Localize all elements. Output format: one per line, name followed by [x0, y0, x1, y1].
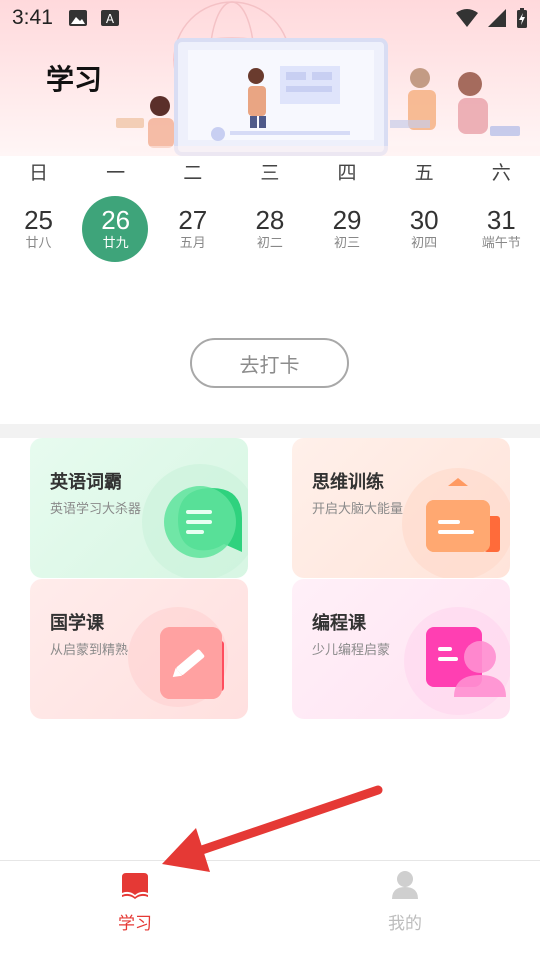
- calendar-day[interactable]: 29 初三: [309, 196, 386, 262]
- day-number: 29: [332, 205, 362, 235]
- lunar-date: 端午节: [481, 236, 521, 251]
- day-number: 31: [486, 205, 516, 235]
- chat-bubble-icon: [142, 464, 248, 578]
- day-number: 30: [409, 205, 439, 235]
- weekday-label: 日: [29, 162, 49, 184]
- weekday-label: 二: [183, 162, 203, 184]
- lunar-date: 五月: [179, 236, 206, 251]
- lunar-date: 廿八: [25, 236, 52, 251]
- status-bar: 3:41 A: [0, 0, 540, 36]
- course-title: 国学课: [50, 613, 104, 634]
- svg-text:A: A: [106, 12, 115, 26]
- course-title: 思维训练: [312, 472, 384, 493]
- day-number: 27: [178, 205, 208, 235]
- signal-icon: [488, 9, 506, 27]
- course-card-programming[interactable]: 编程课 少儿编程启蒙: [292, 579, 510, 719]
- calendar-day[interactable]: 27 五月: [154, 196, 231, 262]
- tab-study[interactable]: 学习: [0, 861, 270, 960]
- person-icon: [392, 871, 418, 899]
- weekday-label: 六: [491, 162, 511, 184]
- calendar-day[interactable]: 31 端午节: [463, 196, 540, 262]
- checkin-button[interactable]: 去打卡: [190, 338, 349, 388]
- calendar-day-selected[interactable]: 26 廿九: [77, 196, 154, 262]
- calendar-day[interactable]: 30 初四: [386, 196, 463, 262]
- text-a-icon: A: [100, 10, 119, 26]
- lunar-date: 初二: [256, 236, 283, 251]
- weekday-label: 一: [106, 162, 126, 184]
- calendar-day[interactable]: 25 廿八: [0, 196, 77, 262]
- lunar-date: 初四: [411, 236, 438, 251]
- weekday-row: 日 一 二 三 四 五 六: [0, 158, 540, 185]
- day-number: 26: [101, 205, 131, 235]
- course-card-chinese-classics[interactable]: 国学课 从启蒙到精熟: [30, 579, 248, 719]
- status-time: 3:41: [12, 6, 53, 29]
- weekday-label: 五: [414, 162, 434, 184]
- pencil-note-icon: [128, 607, 228, 707]
- wifi-icon: [456, 9, 478, 27]
- image-icon: [68, 10, 87, 26]
- tab-label: 我的: [388, 914, 422, 934]
- course-title: 英语词霸: [50, 472, 122, 493]
- tab-label: 学习: [118, 914, 152, 934]
- course-subtitle: 从启蒙到精熟: [50, 643, 129, 658]
- calendar-week: 25 廿八 26 廿九 27 五月 28 初二 29 初三 30 初四 31 端…: [0, 196, 540, 262]
- bottom-nav: 学习 我的: [0, 860, 540, 960]
- user-card-icon: [404, 607, 510, 715]
- calendar-day[interactable]: 28 初二: [231, 196, 308, 262]
- tab-mine[interactable]: 我的: [270, 861, 540, 960]
- page-title: 学习: [46, 63, 103, 96]
- day-number: 25: [24, 205, 54, 235]
- weekday-label: 三: [260, 162, 280, 184]
- course-subtitle: 少儿编程启蒙: [312, 643, 391, 658]
- weekday-label: 四: [337, 162, 357, 184]
- battery-charging-icon: [517, 8, 527, 28]
- book-icon: [122, 873, 148, 899]
- section-divider: [0, 424, 540, 438]
- lunar-date: 初三: [334, 236, 361, 251]
- presentation-board-icon: [402, 468, 510, 578]
- course-card-thinking[interactable]: 思维训练 开启大脑大能量: [292, 438, 510, 578]
- course-card-english[interactable]: 英语词霸 英语学习大杀器: [30, 438, 248, 578]
- day-number: 28: [255, 205, 285, 235]
- lunar-date: 廿九: [102, 236, 129, 251]
- course-title: 编程课: [312, 613, 366, 634]
